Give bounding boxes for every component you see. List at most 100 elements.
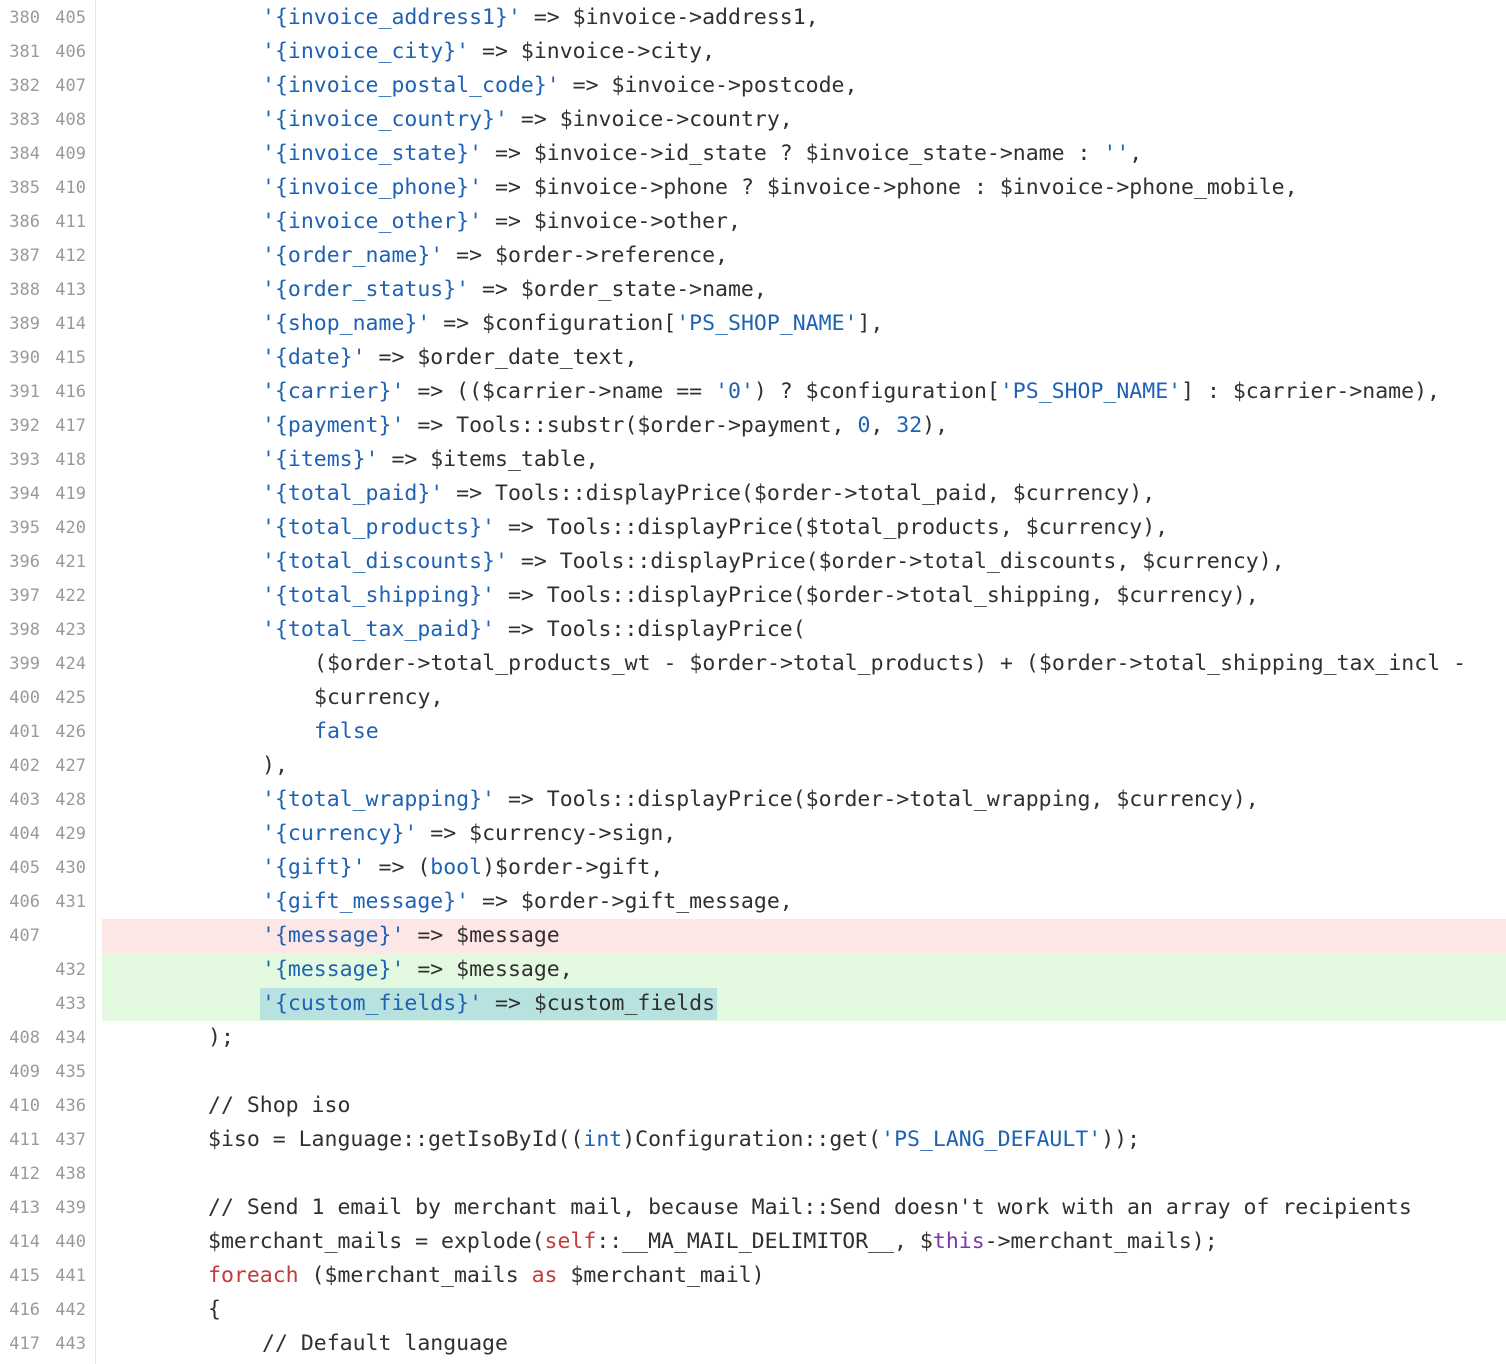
new-line-number: 419 [55,484,86,504]
new-line-number: 442 [55,1300,86,1320]
code-token: => $message, [404,957,573,982]
code-text: $iso = Language::getIsoById((int)Configu… [102,1123,1506,1157]
code-text: '{total_products}' => Tools::displayPric… [102,511,1506,545]
old-line-number: 402 [9,756,40,776]
code-token: => $invoice->city, [469,39,716,64]
old-line-number: 382 [9,76,40,96]
code-text: // Send 1 email by merchant mail, becaus… [102,1191,1506,1225]
new-line-number: 432 [55,960,86,980]
code-token: => $invoice->postcode, [559,73,858,98]
code-text: '{total_discounts}' => Tools::displayPri… [102,545,1506,579]
new-line-number: 431 [55,892,86,912]
string-token: '{message}' [262,923,405,948]
new-line-number: 407 [55,76,86,96]
new-line-number: 423 [55,620,86,640]
code-text: '{shop_name}' => $configuration['PS_SHOP… [102,307,1506,341]
new-line-number: 416 [55,382,86,402]
old-line-number: 388 [9,280,40,300]
new-line-number: 411 [55,212,86,232]
diff-line: 401 426 false [0,715,1506,749]
diff-line: 416 442 { [0,1293,1506,1327]
keyword-token: false [314,719,379,744]
old-line-number: 400 [9,688,40,708]
diff-line: 381 406 '{invoice_city}' => $invoice->city… [0,35,1506,69]
code-text: '{invoice_postal_code}' => $invoice->pos… [102,69,1506,103]
old-line-number: 411 [9,1130,40,1150]
new-line-number: 433 [55,994,86,1014]
old-line-number: 383 [9,110,40,130]
code-text: ); [102,1021,1506,1055]
diff-line: 380 405 '{invoice_address1}' => $invoice->… [0,1,1506,35]
code-text: '{invoice_city}' => $invoice->city, [102,35,1506,69]
new-line-number: 443 [55,1334,86,1354]
code-token: => Tools::substr($order->payment, [404,413,858,438]
diff-line: 413 439 // Send 1 email by merchant mail, … [0,1191,1506,1225]
code-text: // Shop iso [102,1089,1506,1123]
string-token: '{total_discounts}' [262,549,508,574]
old-line-number: 389 [9,314,40,334]
code-token: => $currency->sign, [417,821,677,846]
code-token: ->merchant_mails); [984,1229,1218,1254]
new-line-number: 417 [55,416,86,436]
string-token: '{invoice_country}' [262,107,508,132]
new-line-number: 424 [55,654,86,674]
code-text: '{message}' => $message, [102,953,1506,987]
diff-line-removed: 407 '{message}' => $message [0,919,1506,953]
comment-token: // Send 1 email by merchant mail, becaus… [208,1195,1412,1220]
diff-line-added: 433 '{custom_fields}' => $custom_fields [0,987,1506,1021]
old-line-number: 412 [9,1164,40,1184]
old-line-number: 403 [9,790,40,810]
code-token: , [870,413,897,438]
string-token: '{total_paid}' [262,481,444,506]
string-token: '{order_status}' [262,277,470,302]
code-text: '{items}' => $items_table, [102,443,1506,477]
code-text: '{total_wrapping}' => Tools::displayPric… [102,783,1506,817]
old-line-number: 380 [9,8,40,28]
string-token: '{currency}' [262,821,418,846]
code-text: '{gift}' => (bool)$order->gift, [102,851,1506,885]
string-token: '{total_shipping}' [262,583,495,608]
diff-line: 409 435 [0,1055,1506,1089]
diff-line: 391 416 '{carrier}' => (($carrier->name ==… [0,375,1506,409]
code-token: ] : $carrier->name), [1181,379,1440,404]
old-line-number: 417 [9,1334,40,1354]
code-token: => $order->gift_message, [469,889,793,914]
diff-line: 403 428 '{total_wrapping}' => Tools::displ… [0,783,1506,817]
old-line-number: 395 [9,518,40,538]
code-token: ($merchant_mails [298,1263,532,1288]
code-text: '{total_paid}' => Tools::displayPrice($o… [102,477,1506,511]
code-token: => ( [365,855,431,880]
code-text: // Default language [102,1327,1506,1361]
code-token: )Configuration::get( [622,1127,882,1152]
new-line-number: 425 [55,688,86,708]
diff-line: 404 429 '{currency}' => $currency->sign, [0,817,1506,851]
keyword-token: int [583,1127,623,1152]
new-line-number: 437 [55,1130,86,1150]
string-token: '{invoice_address1}' [262,5,521,30]
code-text: '{currency}' => $currency->sign, [102,817,1506,851]
code-token: => $invoice->address1, [520,5,819,30]
diff-line: 395 420 '{total_products}' => Tools::displ… [0,511,1506,545]
code-text: '{order_status}' => $order_state->name, [102,273,1506,307]
string-token: '{invoice_postal_code}' [262,73,560,98]
old-line-number: 391 [9,382,40,402]
old-line-number: 414 [9,1232,40,1252]
keyword-token: 32 [896,413,923,438]
code-token: ], [857,311,884,336]
diff-line: 412 438 [0,1157,1506,1191]
code-token: => $invoice->phone ? $invoice->phone : $… [482,175,1298,200]
diff-line: 383 408 '{invoice_country}' => $invoice->c… [0,103,1506,137]
diff-line-added: 432 '{message}' => $message, [0,953,1506,987]
code-token: => Tools::displayPrice($order->total_shi… [495,583,1259,608]
old-line-number: 394 [9,484,40,504]
old-line-number: 404 [9,824,40,844]
comment-token: // Shop iso [208,1093,351,1118]
code-token: ($order->total_products_wt - $order->tot… [314,651,1467,676]
diff-line: 390 415 '{date}' => $order_date_text, [0,341,1506,375]
string-token: '{invoice_city}' [262,39,470,64]
code-text: '{invoice_address1}' => $invoice->addres… [102,1,1506,35]
string-token: '{invoice_state}' [262,141,483,166]
string-token: '{total_wrapping}' [262,787,495,812]
code-token: ) ? $configuration[ [753,379,1000,404]
code-text: false [102,715,1506,749]
